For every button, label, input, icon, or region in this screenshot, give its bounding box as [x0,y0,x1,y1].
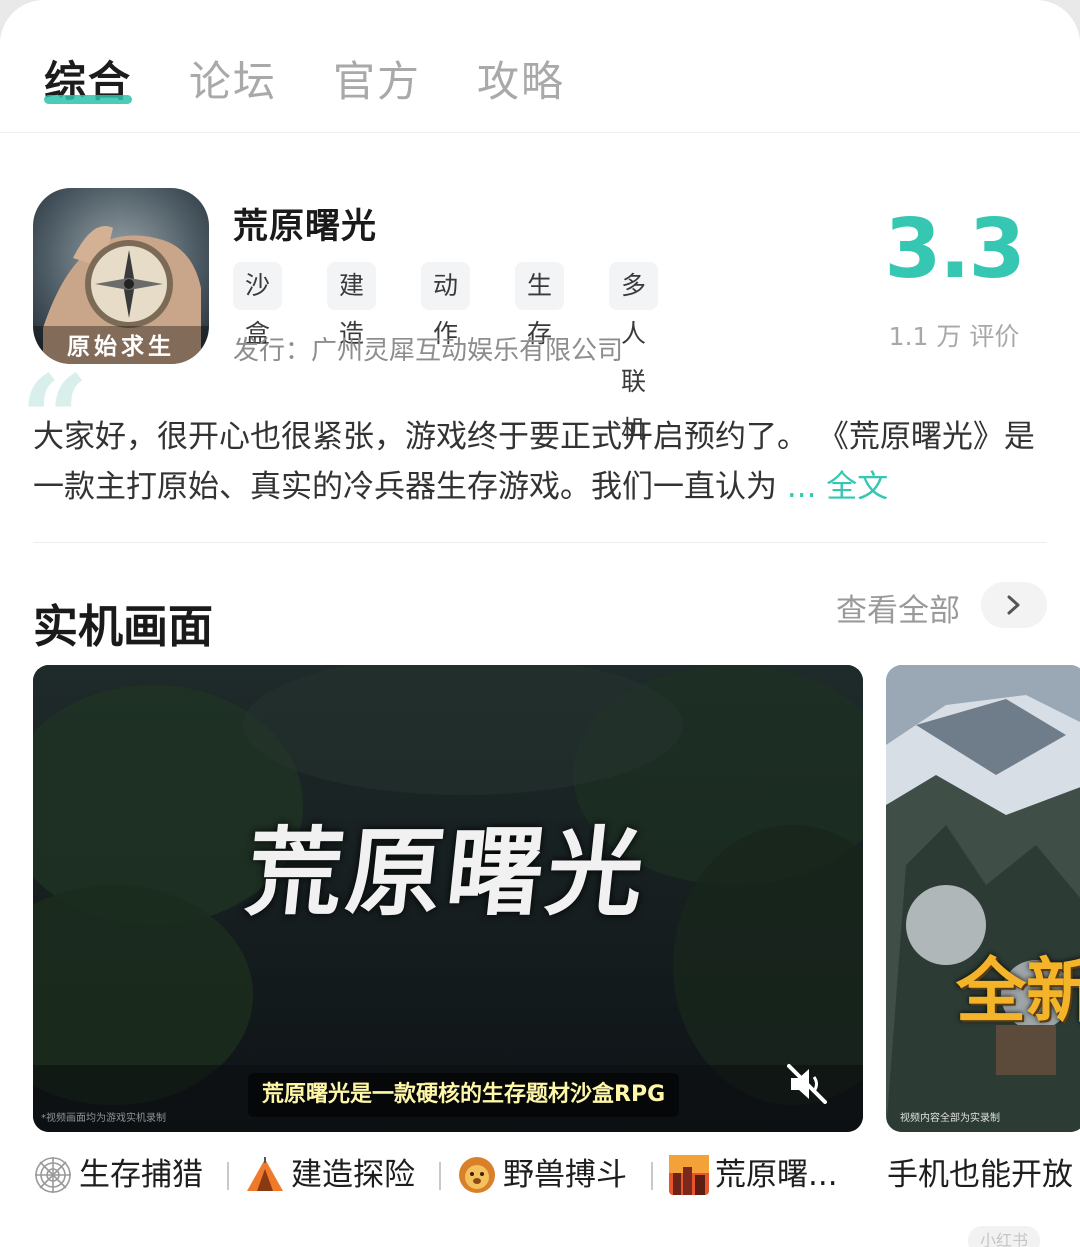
caption-label: 野兽搏斗 [503,1157,627,1193]
caption-label: 荒原曙... [715,1157,838,1193]
divider [33,542,1047,543]
caption-separator [651,1162,653,1190]
view-all-button[interactable] [981,582,1047,628]
game-detail-sheet: 综合 论坛 官方 攻略 原始求生 荒原曙光 沙盒 建造 动作 生存 多人联机 发… [0,0,1080,1247]
tag-chip[interactable]: 动作 [421,262,471,348]
video-screenshot-2[interactable]: 全新 视频内容全部为实录制 [886,665,1080,1132]
video-disclaimer: *视频画面均为游戏实机录制 [41,1113,166,1124]
game-description[interactable]: 大家好，很开心也很紧张，游戏终于要正式开启预约了。 《荒原曙光》是一款主打原始、… [33,412,1045,512]
game-title: 荒原曙光 [233,207,378,247]
mute-toggle[interactable] [783,1060,831,1108]
game-app-icon[interactable]: 原始求生 [33,188,209,364]
tab-forum[interactable]: 论坛 [189,48,277,109]
speaker-muted-icon [787,1064,827,1104]
caption-separator [227,1162,229,1190]
compass-hand-icon: 原始求生 [33,188,209,364]
spider-web-icon [35,1157,71,1193]
video-hero-title: 荒原曙光 [241,816,654,929]
caption-label: 生存捕猎 [79,1157,203,1193]
tag-chip[interactable]: 建造 [327,262,377,348]
tab-bar: 综合 论坛 官方 攻略 [0,0,1080,133]
review-count[interactable]: 1.1 万 评价 [884,317,1024,353]
tab-guides[interactable]: 攻略 [477,48,565,109]
video-overlay-text: 全新 [956,949,1080,1032]
tab-official[interactable]: 官方 [333,48,421,109]
video-screenshot[interactable]: 荒原曙光 荒原曙光是一款硬核的生存题材沙盒RPG *视频画面均为游戏实机录制 [33,665,863,1132]
video-disclaimer-2: 视频内容全部为实录制 [900,1113,1000,1124]
caption-separator [439,1162,441,1190]
city-sunset-icon [669,1155,709,1195]
view-all-link[interactable]: 查看全部 [836,585,960,630]
watermark-logo: 小红书 [968,1226,1040,1247]
active-tab-indicator [44,95,132,104]
chevron-right-icon [1007,595,1020,615]
rating-score[interactable]: 3.3 [884,202,1025,297]
caption-item-2[interactable]: 手机也能开放 [887,1150,1073,1200]
read-more-link[interactable]: 全文 [826,469,888,505]
snow-mountain-scene [886,665,1080,1132]
tag-chip[interactable]: 沙盒 [233,262,283,348]
caption-label: 建造探险 [291,1157,415,1193]
publisher-label[interactable]: 发行：广州灵犀互动娱乐有限公司 [233,330,623,367]
description-ellipsis: ... [786,469,817,505]
lion-icon [459,1157,495,1193]
section-title: 实机画面 [33,600,214,653]
tag-chip[interactable]: 多人联机 [609,262,659,444]
tent-icon [247,1157,283,1191]
tag-chip[interactable]: 生存 [515,262,565,348]
video-subtitle: 荒原曙光是一款硬核的生存题材沙盒RPG [248,1073,680,1117]
